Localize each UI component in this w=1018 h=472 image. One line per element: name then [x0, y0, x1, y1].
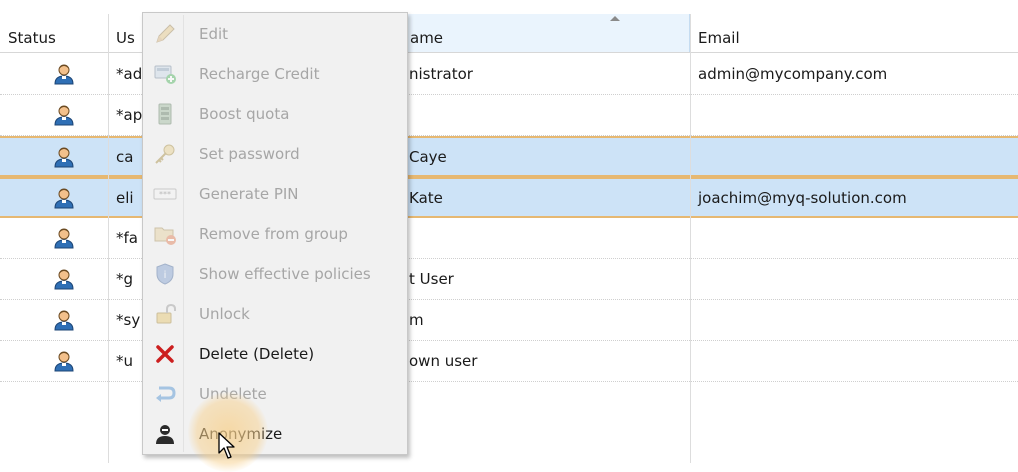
menu-item-text: Unlock: [199, 305, 250, 323]
menu-item-edit[interactable]: Edit: [143, 14, 407, 54]
context-menu: Edit Recharge Credit Boost quota Set passwo…: [142, 12, 408, 455]
username-cell: *sy: [116, 311, 141, 329]
pencil-icon: [153, 22, 177, 46]
anonymize-user-icon: [153, 422, 177, 446]
menu-item-set-password[interactable]: Set password: [143, 134, 407, 174]
status-cell: [0, 341, 108, 381]
menu-item-generate-pin[interactable]: *** Generate PIN: [143, 174, 407, 214]
menu-item-undelete[interactable]: Undelete: [143, 374, 407, 414]
menu-item-label: Show effective policies: [199, 254, 371, 294]
key-icon: [153, 142, 177, 166]
menu-item-show-effective-policies[interactable]: i Show effective policies: [143, 254, 407, 294]
menu-item-shortcut: (Delete): [248, 345, 315, 363]
user-status-icon: [53, 268, 75, 290]
menu-item-text: Remove from group: [199, 225, 348, 243]
status-cell: [0, 138, 108, 175]
column-header-full-name-label: ame: [410, 29, 444, 47]
menu-item-anonymize[interactable]: Anonymize: [143, 414, 407, 454]
email-cell: joachim@myq-solution.com: [698, 188, 907, 207]
delete-x-icon: [153, 342, 177, 366]
pin-field-icon: ***: [153, 182, 177, 206]
status-cell: [0, 300, 108, 340]
menu-item-label: Recharge Credit: [199, 54, 319, 94]
menu-item-boost-quota[interactable]: Boost quota: [143, 94, 407, 134]
username-cell: ca: [116, 147, 134, 166]
status-cell: [0, 54, 108, 94]
username-cell: eli: [116, 188, 134, 207]
column-divider[interactable]: [108, 14, 109, 463]
username-cell: *fa: [116, 229, 138, 247]
email-cell: admin@mycompany.com: [698, 65, 888, 83]
menu-item-label: Delete (Delete): [199, 334, 314, 374]
menu-item-label: Unlock: [199, 294, 250, 334]
menu-item-text: Boost quota: [199, 105, 290, 123]
menu-item-label: Edit: [199, 14, 228, 54]
email-cell: [690, 138, 1018, 175]
svg-text:***: ***: [159, 190, 171, 199]
status-cell: [0, 179, 108, 216]
column-header-username[interactable]: Us: [108, 14, 144, 52]
email-cell: [690, 95, 1018, 135]
email-cell: [690, 300, 1018, 340]
status-cell: [0, 259, 108, 299]
user-status-icon: [53, 350, 75, 372]
user-status-icon: [53, 187, 75, 209]
menu-item-text: Show effective policies: [199, 265, 371, 283]
menu-item-label: Boost quota: [199, 94, 289, 134]
menu-item-unlock[interactable]: Unlock: [143, 294, 407, 334]
sort-ascending-icon: [610, 16, 620, 21]
menu-item-text: Edit: [199, 25, 229, 43]
status-cell: [0, 95, 108, 135]
shield-icon: i: [153, 262, 177, 286]
undelete-arrow-icon: [153, 382, 177, 406]
user-status-icon: [53, 227, 75, 249]
user-status-icon: [53, 309, 75, 331]
menu-item-delete[interactable]: Delete (Delete): [143, 334, 407, 374]
svg-text:i: i: [164, 270, 167, 281]
user-status-icon: [53, 63, 75, 85]
menu-item-label: Remove from group: [199, 214, 348, 254]
user-status-icon: [53, 104, 75, 126]
column-header-email[interactable]: Email: [690, 14, 1018, 52]
menu-item-remove-from-group[interactable]: Remove from group: [143, 214, 407, 254]
username-cell: *ap: [116, 106, 143, 124]
username-cell: *g: [116, 270, 134, 288]
username-cell: *ad: [116, 65, 143, 83]
recharge-credit-icon: [153, 62, 177, 86]
menu-item-label: Set password: [199, 134, 300, 174]
email-cell: [690, 259, 1018, 299]
remove-from-group-icon: [153, 222, 177, 246]
username-cell: *u: [116, 352, 134, 370]
boost-quota-icon: [153, 102, 177, 126]
menu-item-text: Generate PIN: [199, 185, 299, 203]
email-cell: [690, 341, 1018, 381]
unlock-icon: [153, 302, 177, 326]
menu-item-text: Set password: [199, 145, 300, 163]
email-cell: [690, 218, 1018, 258]
menu-item-label: Generate PIN: [199, 174, 299, 214]
status-cell: [0, 218, 108, 258]
user-status-icon: [53, 146, 75, 168]
mouse-cursor-icon: [218, 432, 235, 459]
menu-item-text: Recharge Credit: [199, 65, 320, 83]
menu-item-recharge-credit[interactable]: Recharge Credit: [143, 54, 407, 94]
column-divider[interactable]: [690, 14, 691, 463]
menu-item-text: Delete: [199, 345, 249, 363]
column-header-status[interactable]: Status: [0, 14, 108, 52]
